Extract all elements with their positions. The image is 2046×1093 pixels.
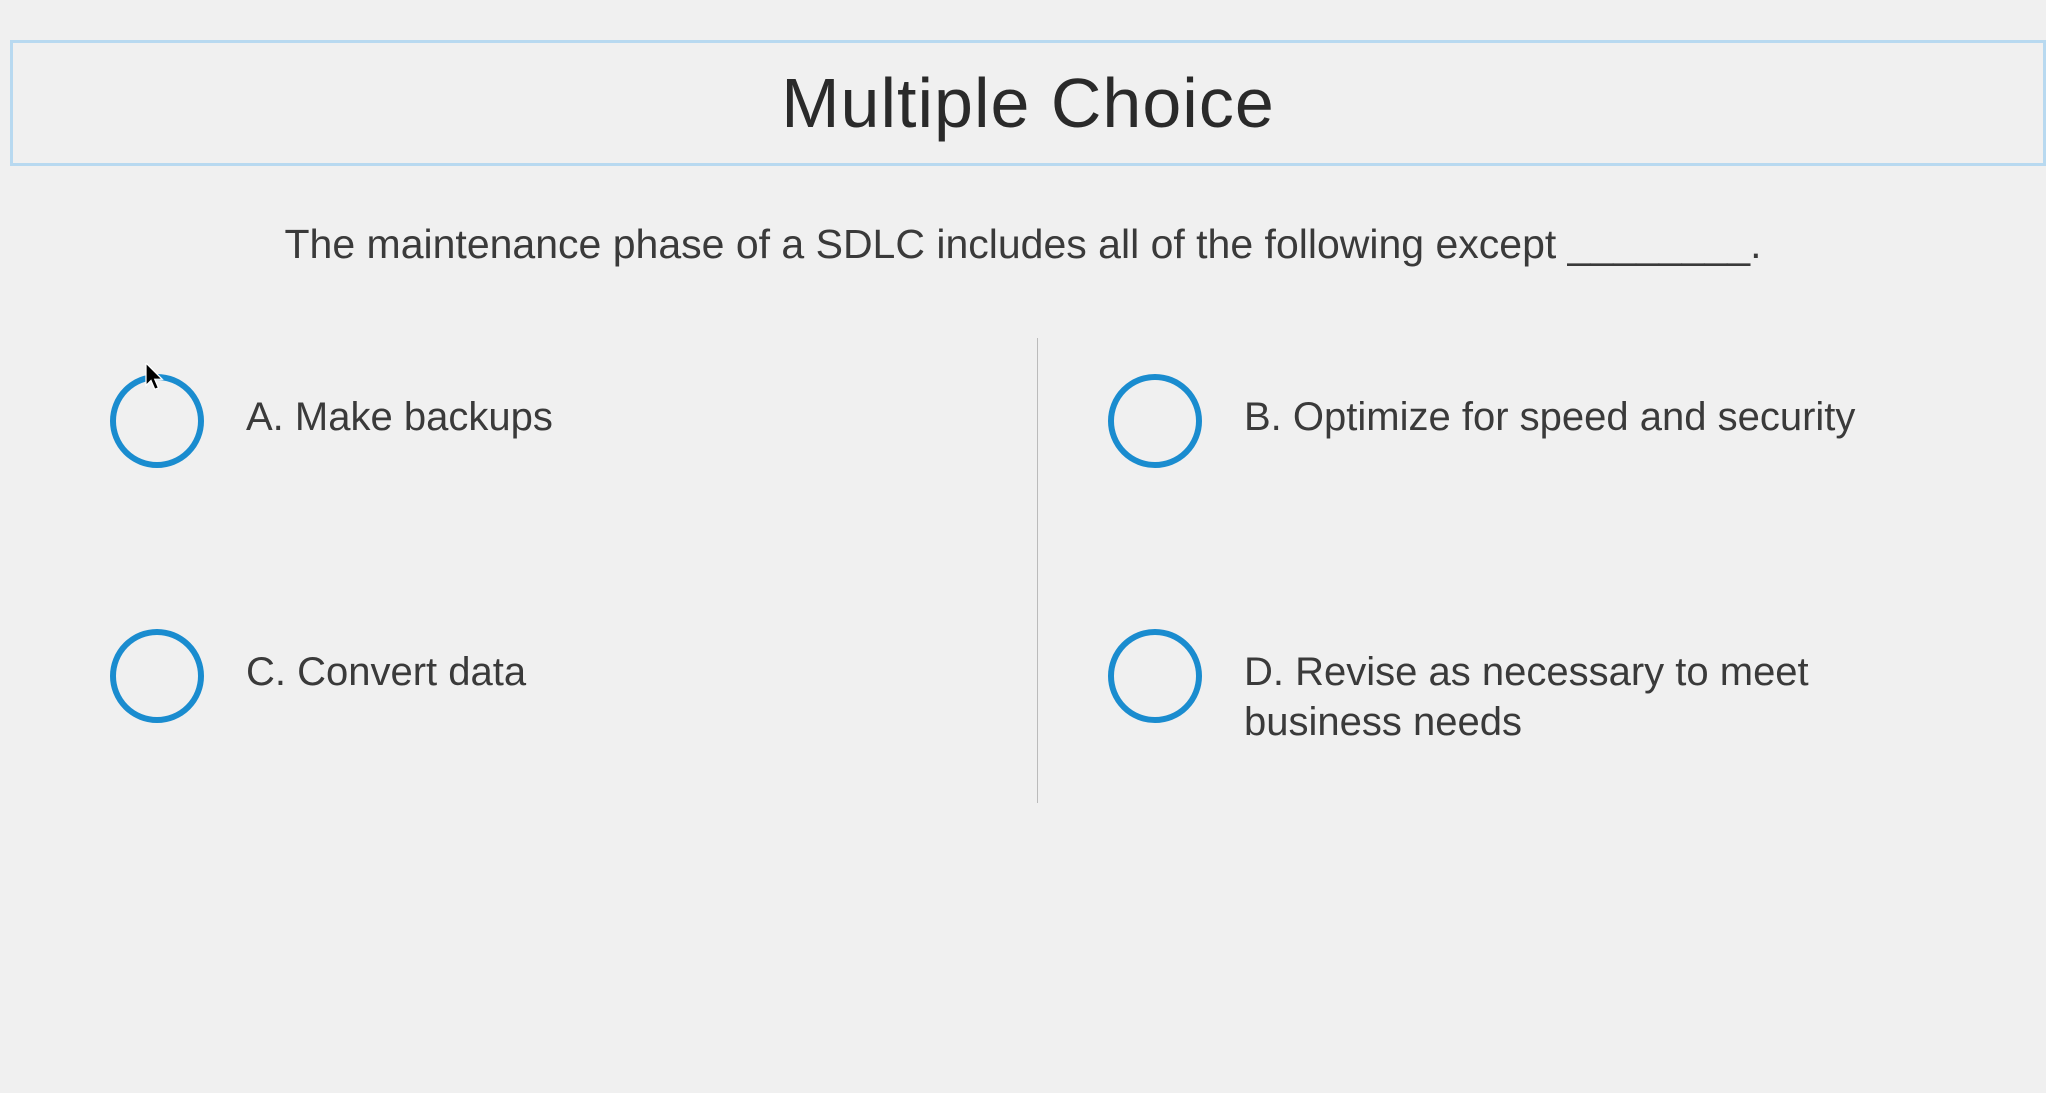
title-bar: Multiple Choice [10,40,2046,166]
page-title: Multiple Choice [13,63,2043,143]
option-c[interactable]: C. Convert data [110,633,938,747]
option-c-label: C. Convert data [246,633,526,697]
radio-circle-icon [110,374,204,468]
radio-circle-icon [110,629,204,723]
question-row: The maintenance phase of a SDLC includes… [0,221,2046,268]
question-text: The maintenance phase of a SDLC includes… [40,221,2006,268]
option-d-label: D. Revise as necessary to meet business … [1244,633,1936,747]
radio-circle-icon [1108,629,1202,723]
options-grid: A. Make backups B. Optimize for speed an… [110,378,1936,747]
option-b-label: B. Optimize for speed and security [1244,378,1855,442]
option-a[interactable]: A. Make backups [110,378,938,468]
vertical-divider [1037,338,1038,803]
options-area: A. Make backups B. Optimize for speed an… [0,378,2046,747]
radio-circle-icon [1108,374,1202,468]
option-a-label: A. Make backups [246,378,553,442]
option-d[interactable]: D. Revise as necessary to meet business … [1108,633,1936,747]
option-b[interactable]: B. Optimize for speed and security [1108,378,1936,468]
